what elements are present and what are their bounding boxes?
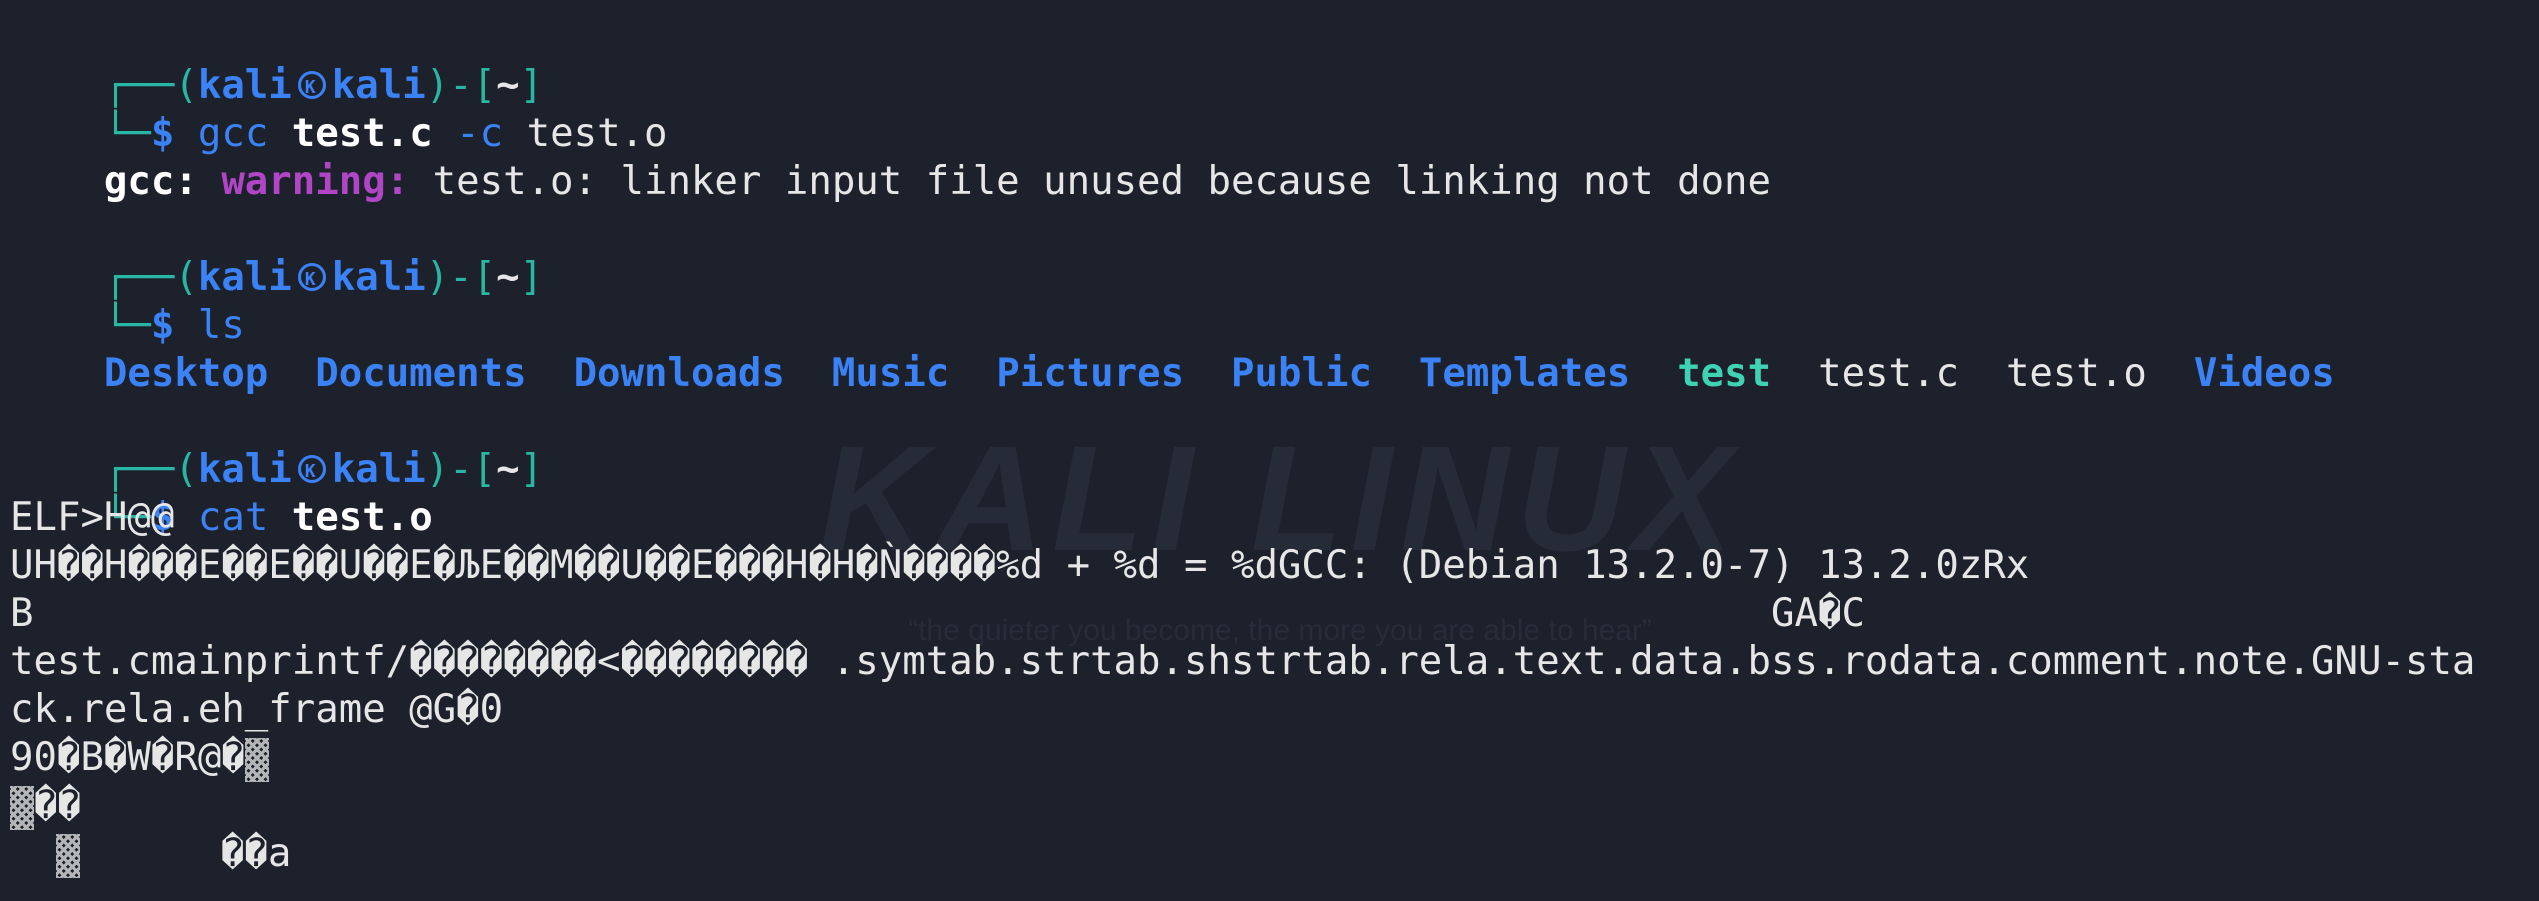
cat-output-line: ck.rela.eh_frame @G�0 bbox=[10, 687, 504, 732]
ls-entry-dir: Desktop bbox=[103, 351, 269, 396]
ls-entry-dir: Downloads bbox=[573, 351, 785, 396]
ls-entry-dir: Templates bbox=[1418, 351, 1631, 396]
prompt-line-1: ┌──(kalikali)-[~] bbox=[10, 14, 543, 112]
ls-entry-dir: Documents bbox=[315, 351, 527, 396]
ls-entry-dir: Music bbox=[831, 351, 950, 396]
terminal-window[interactable]: KALI LINUX “the quieter you become, the … bbox=[0, 0, 2539, 901]
output-program: gcc: bbox=[103, 159, 198, 204]
prompt-bracket-close: ] bbox=[519, 447, 544, 492]
command-line-3: └─$ cat test.o bbox=[10, 446, 433, 540]
cat-output-line: B GA�C bbox=[10, 591, 1865, 636]
cat-output-text: �� bbox=[34, 783, 81, 828]
ls-entry-dir: Pictures bbox=[996, 351, 1185, 396]
binary-block-glyph bbox=[244, 737, 269, 782]
binary-block-glyph bbox=[56, 833, 80, 878]
ls-entry-file: test.o bbox=[2005, 351, 2147, 396]
ls-entry-exec: test bbox=[1677, 351, 1772, 396]
prompt-separator: )-[ bbox=[425, 255, 497, 300]
prompt-cwd: ~ bbox=[496, 447, 520, 492]
cat-output-line: ELF>H@@ bbox=[10, 495, 175, 540]
ls-entry-dir: Public bbox=[1231, 351, 1372, 396]
binary-block-glyph bbox=[10, 785, 34, 830]
prompt-host: kali bbox=[331, 255, 426, 300]
warning-label: warning: bbox=[221, 159, 410, 204]
prompt-line-2: ┌──(kalikali)-[~] bbox=[10, 206, 543, 304]
cat-output-line-with-block: �� bbox=[10, 782, 81, 830]
cat-output-text: 90�B�W�R@� bbox=[10, 735, 245, 780]
prompt-separator: )-[ bbox=[425, 447, 497, 492]
ls-output: Desktop Documents Downloads Music Pictur… bbox=[10, 302, 2335, 396]
prompt-bracket-close: ] bbox=[519, 255, 544, 300]
command-line-2: └─$ ls bbox=[10, 254, 245, 348]
prompt-cwd: ~ bbox=[496, 255, 520, 300]
cat-output-line-with-block: 90�B�W�R@� bbox=[10, 734, 269, 782]
cat-output-line: test.cmainprintf/��������<�������� .symt… bbox=[10, 639, 2476, 684]
command-arg: test.o bbox=[291, 495, 433, 540]
ls-entry-dir: Videos bbox=[2193, 351, 2335, 396]
gcc-warning-output: gcc: warning: test.o: linker input file … bbox=[10, 110, 1771, 204]
warning-message: test.o: linker input file unused because… bbox=[432, 159, 1772, 204]
command-line-1: └─$ gcc test.c -c test.o bbox=[10, 62, 668, 156]
command-name: cat bbox=[197, 495, 269, 540]
prompt-line-3: ┌──(kalikali)-[~] bbox=[10, 398, 543, 496]
kali-skull-icon bbox=[297, 256, 326, 304]
cat-output-line: UH��H���E��E��U��E�ЉE��M��U��E���H�H�Ǹ��… bbox=[10, 543, 2030, 588]
cat-output-line-with-block: ��a bbox=[10, 830, 291, 878]
cat-output-text: ��a bbox=[80, 831, 292, 876]
ls-entry-file: test.c bbox=[1818, 351, 1959, 396]
